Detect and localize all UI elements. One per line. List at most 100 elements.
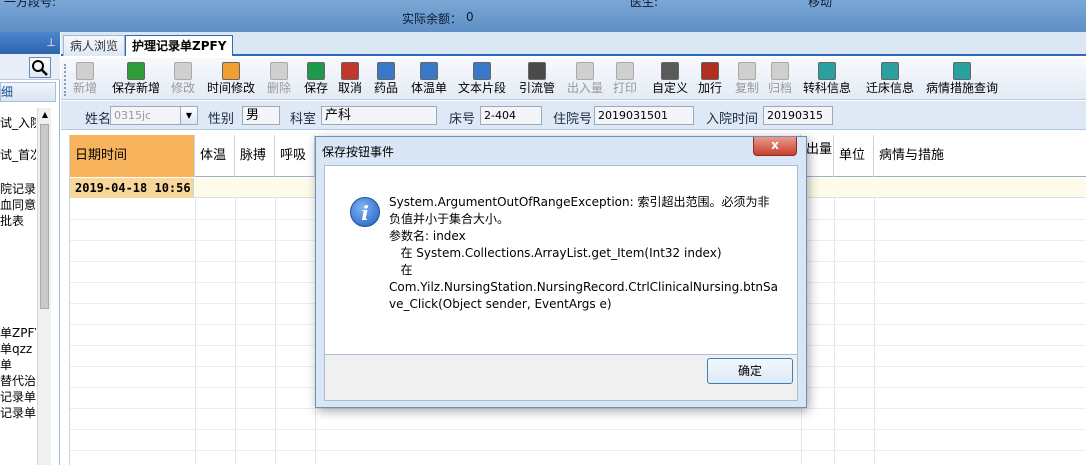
tab-patient-browse[interactable]: 病人浏览 — [63, 35, 126, 56]
toolbar-button[interactable]: 删除 — [267, 60, 291, 98]
toolbar-button[interactable]: 时间修改 — [207, 60, 255, 98]
toolbar-button-label: 归档 — [768, 81, 793, 95]
grid-line — [70, 429, 1086, 430]
archive-icon — [771, 62, 789, 80]
toolbar-button[interactable]: 文本片段 — [458, 60, 506, 98]
list-item[interactable]: 血同意 — [0, 198, 36, 212]
undo-icon — [341, 62, 359, 80]
toolbar-button[interactable]: 修改 — [171, 60, 195, 98]
toolbar-button[interactable]: 病情措施查询 — [926, 60, 998, 98]
list-item[interactable]: 院记录 — [0, 182, 36, 196]
list-item[interactable]: 替代治 — [0, 374, 36, 388]
name-field[interactable]: 0315jc — [110, 106, 181, 125]
toolbar-button-label: 保存新增 — [112, 81, 161, 95]
scroll-thumb[interactable] — [40, 124, 49, 309]
toolbar-button-label: 修改 — [171, 81, 196, 95]
actual-balance-label: 实际余额： — [402, 12, 463, 26]
chevron-down-icon[interactable]: ▼ — [180, 106, 198, 125]
admission-no-field: 2019031501 — [594, 106, 694, 125]
toolbar-button[interactable]: 新增 — [73, 60, 97, 98]
column-header-datetime[interactable]: 日期时间 — [70, 135, 195, 177]
toolbar-button-label: 新增 — [73, 81, 98, 95]
save-add-icon — [127, 62, 145, 80]
toolbar-button-label: 复制 — [735, 81, 760, 95]
dialog-footer: 确定 — [324, 355, 798, 401]
grid-line — [195, 198, 196, 465]
info-fragment: 一方段号: — [4, 0, 57, 9]
toolbar-button[interactable]: 打印 — [613, 60, 637, 98]
search-icon — [32, 60, 48, 76]
toolbar-button[interactable]: 引流管 — [519, 60, 555, 98]
time-edit-icon — [222, 62, 240, 80]
toolbar-button-label: 删除 — [267, 81, 292, 95]
intake-output-icon — [576, 62, 594, 80]
left-search-bar — [0, 54, 60, 80]
search-button[interactable] — [29, 57, 51, 78]
toolbar-button[interactable]: 保存 — [304, 60, 328, 98]
toolbar-button-label: 体温单 — [411, 81, 448, 95]
toolbar-button[interactable]: 体温单 — [411, 60, 447, 98]
toolbar-button-label: 保存 — [304, 81, 329, 95]
name-label: 姓名 — [85, 112, 112, 127]
toolbar-button-label: 药品 — [374, 81, 399, 95]
toolbar: 新增 保存新增 修改 时间修改 删除 保存 取消 药品 体温单 文本片段 引流管 出入量 打印 自定义 加行… — [61, 58, 1086, 100]
column-header-unit[interactable]: 单位 — [834, 135, 874, 177]
column-header-pulse[interactable]: 脉搏 — [235, 135, 275, 177]
error-dialog: 保存按钮事件 x i System.ArgumentOutOfRangeExce… — [315, 136, 807, 408]
scroll-up-icon[interactable]: ▲ — [38, 110, 52, 119]
list-item[interactable]: 记录单 — [0, 406, 36, 420]
grid-line — [874, 198, 875, 465]
list-item[interactable]: 单qzz — [0, 342, 32, 356]
column-header-respiration[interactable]: 呼吸 — [275, 135, 315, 177]
temperature-chart-icon — [420, 62, 438, 80]
patient-header: 姓名 0315jc ▼ 性别 男 科室 产科 床号 2-404 住院号 2019… — [61, 101, 1086, 130]
toolbar-button[interactable]: 自定义 — [652, 60, 688, 98]
toolbar-button-label: 打印 — [613, 81, 638, 95]
tab-nursing-record[interactable]: 护理记录单ZPFY — [125, 35, 234, 56]
list-item[interactable]: 记录单 — [0, 390, 36, 404]
toolbar-button[interactable]: 出入量 — [567, 60, 603, 98]
list-item[interactable]: 试_入院 — [0, 116, 36, 130]
ok-button[interactable]: 确定 — [707, 358, 793, 384]
admission-no-label: 住院号 — [553, 112, 593, 127]
list-item[interactable]: 单ZPFY — [0, 326, 36, 340]
toolbar-button[interactable]: 转科信息 — [803, 60, 851, 98]
toolbar-button[interactable]: 加行 — [698, 60, 722, 98]
toolbar-button[interactable]: 复制 — [735, 60, 759, 98]
info-fragment: 医生: — [630, 0, 659, 9]
column-header-condition-measures[interactable]: 病情与措施 — [874, 135, 1086, 177]
toolbar-button-label: 引流管 — [519, 81, 556, 95]
toolbar-button[interactable]: 取消 — [338, 60, 362, 98]
medicine-icon — [377, 62, 395, 80]
admission-time-label: 入院时间 — [706, 112, 759, 127]
left-navigation-panel: ⊥ 细 试_入院试_首次院记录血同意批表单ZPFY单qzz单替代治记录单记录单 … — [0, 32, 60, 465]
toolbar-button[interactable]: 药品 — [374, 60, 398, 98]
left-panel-tab[interactable]: 细 — [0, 82, 56, 102]
list-item[interactable]: 单 — [0, 358, 12, 372]
grid-line — [235, 198, 236, 465]
drainage-tube-icon — [528, 62, 546, 80]
toolbar-grip[interactable] — [64, 64, 68, 96]
pin-icon[interactable]: ⊥ — [46, 36, 56, 49]
left-scrollbar[interactable]: ▲ — [37, 108, 51, 465]
toolbar-button-label: 文本片段 — [458, 81, 507, 95]
edit-icon — [174, 62, 192, 80]
dept-field: 产科 — [321, 106, 437, 125]
list-item[interactable]: 批表 — [0, 214, 24, 228]
condition-query-icon — [953, 62, 971, 80]
close-button[interactable]: x — [753, 137, 797, 156]
bed-label: 床号 — [449, 112, 476, 127]
toolbar-button-label: 出入量 — [567, 81, 604, 95]
row-datetime-cell[interactable]: 2019-04-18 10:56 — [70, 178, 194, 198]
toolbar-button[interactable]: 归档 — [768, 60, 792, 98]
column-header-temperature[interactable]: 体温 — [195, 135, 235, 177]
grid-line — [70, 450, 1086, 451]
text-snippet-icon — [473, 62, 491, 80]
list-item[interactable]: 试_首次 — [0, 148, 36, 162]
toolbar-button-label: 加行 — [698, 81, 723, 95]
toolbar-button-label: 病情措施查询 — [926, 81, 999, 95]
toolbar-button[interactable]: 迁床信息 — [866, 60, 914, 98]
record-tree: 试_入院试_首次院记录血同意批表单ZPFY单qzz单替代治记录单记录单 — [0, 106, 36, 465]
custom-icon — [661, 62, 679, 80]
toolbar-button[interactable]: 保存新增 — [112, 60, 160, 98]
